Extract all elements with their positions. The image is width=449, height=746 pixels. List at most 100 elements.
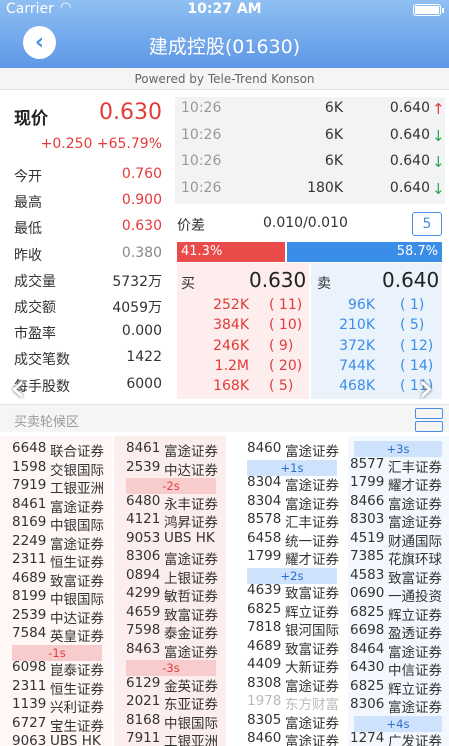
trade-volume: 6K <box>324 100 343 116</box>
prev-arrow-icon[interactable]: ‹ <box>10 368 38 408</box>
broker-code: 6098 <box>12 659 47 675</box>
broker-code: 4519 <box>350 529 385 546</box>
top-bar: Carrier ◠ 10:27 AM ‹ 建成控股(01630) <box>0 0 449 68</box>
broker-name: 广发证券 <box>388 734 442 746</box>
broker-column: 8460 富途证券 +1s 8304 富途证券 8304 富途证券 8578 汇丰证券 6458 统… <box>235 436 347 746</box>
broker-name: 中银国际 <box>50 592 104 608</box>
next-arrow-icon[interactable]: › <box>418 368 446 408</box>
trade-price: 0.640 <box>389 126 430 143</box>
bid-volume: 246K <box>213 337 249 354</box>
broker-code: 8304 <box>247 474 282 490</box>
broker-name: 工银亚洲 <box>164 734 218 746</box>
broker-code: 2539 <box>126 458 161 475</box>
arrow-down-icon: ↓ <box>432 180 445 199</box>
broker-item: 8303 富途证券 <box>350 511 449 531</box>
broker-name: 金英证券 <box>164 678 218 695</box>
broker-name: 花旗环球 <box>388 552 442 568</box>
bid-volume: 384K <box>213 317 249 334</box>
broker-name: 中银国际 <box>50 518 104 534</box>
broker-code: 8463 <box>126 640 161 657</box>
broker-item: 7385 花旗环球 <box>350 548 449 568</box>
broker-code: 6825 <box>350 677 385 694</box>
bid-volume: 168K <box>213 378 249 395</box>
trade-time: 10:26 <box>181 180 222 197</box>
quote-row-value: 0.900 <box>121 192 162 209</box>
broker-name: 敏哲证券 <box>164 589 218 605</box>
broker-code: 8460 <box>247 730 282 746</box>
broker-item: 8306 富途证券 <box>350 696 449 716</box>
broker-item: 9053 UBS HK <box>126 530 246 548</box>
broker-name: 富途证券 <box>285 734 339 746</box>
broker-name: 富途证券 <box>164 552 218 568</box>
broker-name: UBS HK <box>164 529 215 546</box>
buy-ratio: 41.3% <box>177 242 286 262</box>
broker-item: 2539 中达证券 <box>126 458 246 479</box>
broker-code: 6480 <box>126 492 161 509</box>
broker-name: 致富证券 <box>50 573 104 590</box>
bid-volume: 1.2M <box>214 357 249 374</box>
broker-name: 东亚证券 <box>164 697 218 713</box>
broker-code: 6825 <box>247 600 282 617</box>
broker-name: 富途证券 <box>388 515 442 531</box>
broker-code: 2539 <box>12 606 47 623</box>
spread-level-button[interactable]: 5 <box>412 212 442 236</box>
ask-count: ( 1) <box>400 297 425 313</box>
quote-row-label: 昨收 <box>14 247 42 264</box>
broker-name: 联合证券 <box>50 444 104 460</box>
queue-toggle-icon[interactable] <box>415 421 443 432</box>
trade-price: 0.640 <box>389 100 430 116</box>
broker-code: 6825 <box>350 603 385 620</box>
queue-toggle-icon[interactable] <box>415 408 443 419</box>
broker-code: 7818 <box>247 619 282 635</box>
quote-row-value: 5732万 <box>112 273 162 290</box>
broker-item: 8168 中银国际 <box>126 712 246 732</box>
broker-name: 永丰证券 <box>164 496 218 513</box>
broker-name: 崑泰证券 <box>50 663 104 679</box>
broker-code: 6430 <box>350 659 385 675</box>
broker-name: 富途证券 <box>285 678 339 695</box>
quote-row-label: 市盈率 <box>14 326 56 343</box>
trade-price: 0.640 <box>389 153 430 170</box>
bid-count: ( 20) <box>269 357 303 374</box>
broker-code: 4299 <box>126 585 161 601</box>
bid-level: 252K ( 11) <box>177 297 309 317</box>
broker-code: 6727 <box>12 714 47 731</box>
ask-volume: 210K <box>339 317 375 334</box>
quote-row-value: 0.760 <box>121 166 162 182</box>
broker-code: 4583 <box>350 566 385 583</box>
broker-name: 富途证券 <box>285 496 339 513</box>
broker-name: 富途证券 <box>388 496 442 513</box>
arrow-down-icon: ↓ <box>432 153 445 172</box>
broker-item: 8577 汇丰证券 <box>350 456 449 476</box>
broker-name: 一通投资 <box>388 589 442 605</box>
broker-code: 1978 <box>247 693 282 709</box>
trade-ticker: 10:26 6K 0.640 ↑ 10:26 6K 0.640 ↓ 10:26 6K 0.640 ↓ 1… <box>175 97 445 204</box>
broker-item: 8461 富途证券 <box>126 440 246 460</box>
broker-queue-header: 买卖轮候区 <box>0 404 449 432</box>
bid-price: 0.630 <box>249 268 307 292</box>
current-price-value: 0.630 <box>99 100 162 125</box>
broker-name: 致富证券 <box>285 586 339 602</box>
broker-code: 4659 <box>126 603 161 620</box>
broker-code: 8464 <box>350 640 385 657</box>
broker-name: 富途证券 <box>285 444 339 460</box>
broker-code: 2249 <box>12 532 47 549</box>
broker-code: 6648 <box>12 440 47 456</box>
broker-name: 致富证券 <box>164 607 218 624</box>
broker-name: 鸿昇证券 <box>164 515 218 531</box>
broker-code: 4409 <box>247 656 282 672</box>
broker-name: 恒生证券 <box>50 555 104 571</box>
clock: 10:27 AM <box>187 1 262 17</box>
trade-volume: 6K <box>324 153 343 170</box>
broker-item: 4659 致富证券 <box>126 603 246 624</box>
broker-item: 4519 财通国际 <box>350 529 449 550</box>
quote-row-value: 0.000 <box>121 323 162 340</box>
broker-name: 致富证券 <box>388 570 442 587</box>
trade-price: 0.640 <box>389 180 430 197</box>
broker-code: 4689 <box>12 569 47 586</box>
trade-time: 10:26 <box>181 153 222 170</box>
ask-level: 372K ( 12) <box>311 338 442 358</box>
broker-code: 8466 <box>350 492 385 509</box>
broker-code: 8461 <box>126 440 161 456</box>
broker-item: 1799 耀才证券 <box>350 474 449 494</box>
